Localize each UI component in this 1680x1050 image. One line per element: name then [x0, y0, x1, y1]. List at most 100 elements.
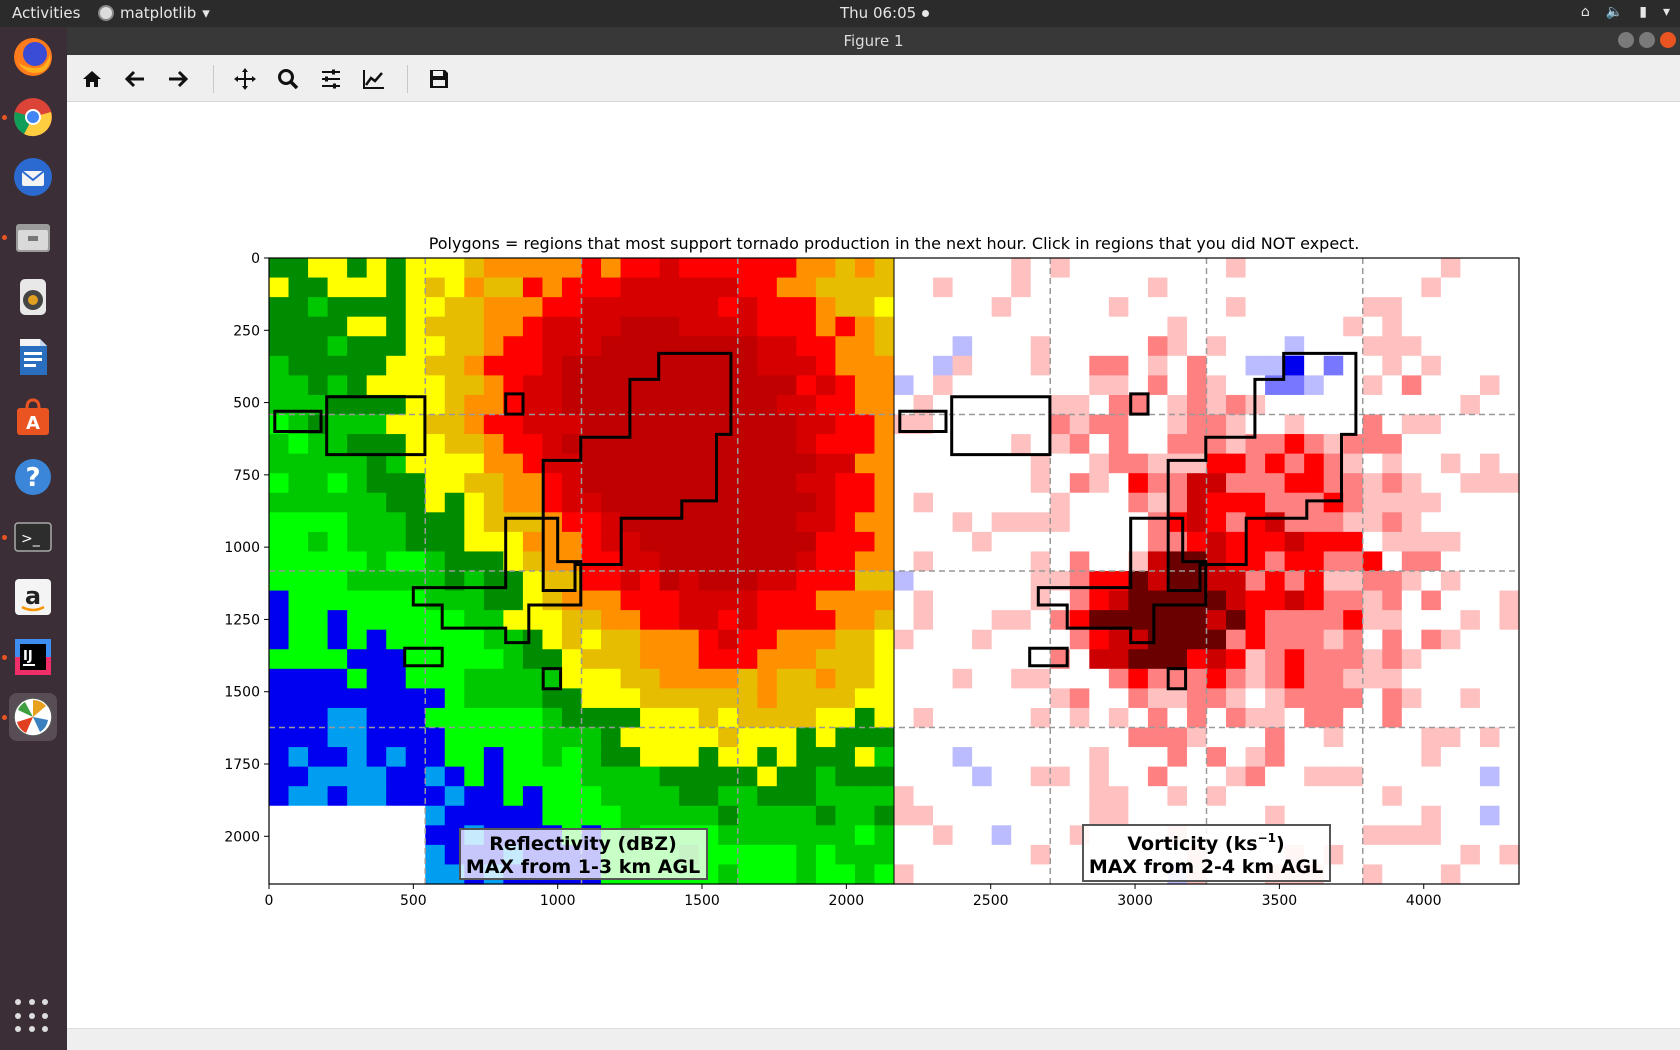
heatmap-cell: [698, 355, 719, 376]
heatmap-cell: [581, 297, 602, 318]
heatmap-cell: [522, 297, 544, 318]
heatmap-cell: [386, 551, 407, 572]
heatmap-cell: [1382, 277, 1403, 298]
heatmap-cell: [718, 649, 739, 670]
heatmap-cell: [952, 825, 973, 846]
edit-axes-button[interactable]: [358, 64, 390, 94]
terminal-icon[interactable]: >_: [2, 513, 57, 561]
x-tick-label: 500: [400, 893, 427, 909]
intellij-icon[interactable]: IJ: [2, 633, 57, 681]
heatmap-cell: [991, 355, 1012, 376]
firefox-icon[interactable]: [9, 33, 57, 81]
heatmap-cell: [444, 473, 465, 494]
figure-svg[interactable]: Polygons = regions that most support tor…: [67, 102, 1680, 1028]
heatmap-cell: [620, 747, 641, 768]
heatmap-cell: [1206, 492, 1227, 513]
figure-canvas[interactable]: Polygons = regions that most support tor…: [67, 102, 1680, 1028]
pan-button[interactable]: [229, 64, 261, 94]
heatmap-cell: [1050, 512, 1071, 533]
heatmap-cell: [1304, 610, 1325, 631]
heatmap-cell: [1226, 610, 1247, 631]
heatmap-cell: [1226, 414, 1247, 435]
volume-icon[interactable]: 🔈: [1606, 4, 1623, 20]
heatmap-cell: [1440, 414, 1462, 435]
heatmap-cell: [640, 316, 661, 337]
files-icon[interactable]: [2, 213, 57, 261]
status-bar: [67, 1028, 1680, 1050]
heatmap-cell: [1089, 492, 1110, 513]
heatmap-cell: [308, 668, 329, 689]
heatmap-cell: [659, 355, 680, 376]
activities-button[interactable]: Activities: [12, 4, 80, 22]
help-icon[interactable]: ?: [9, 453, 57, 501]
heatmap-cell: [1245, 355, 1266, 376]
heatmap-cell: [1186, 805, 1208, 826]
chrome-icon[interactable]: [2, 93, 57, 141]
heatmap-cell: [1382, 590, 1403, 611]
heatmap-cell: [718, 629, 739, 650]
heatmap-cell: [288, 258, 309, 279]
home-button[interactable]: [76, 64, 108, 94]
heatmap-cell: [503, 414, 524, 435]
heatmap-cell: [1050, 766, 1071, 787]
heatmap-cell: [561, 747, 583, 768]
close-button[interactable]: [1660, 32, 1676, 48]
heatmap-cell: [464, 668, 485, 689]
heatmap-cell: [1401, 277, 1422, 298]
heatmap-cell: [1460, 747, 1481, 768]
heatmap-cell: [1089, 649, 1110, 670]
rhythmbox-icon[interactable]: [9, 273, 57, 321]
heatmap-cell: [1499, 649, 1520, 670]
heatmap-cell: [776, 297, 797, 318]
heatmap-cell: [522, 747, 544, 768]
heatmap-cell: [503, 336, 524, 357]
heatmap-cell: [640, 297, 661, 318]
clock[interactable]: Thu 06:05: [840, 4, 930, 22]
heatmap-cell: [659, 453, 680, 474]
heatmap-cell: [737, 336, 758, 357]
heatmap-cell: [1284, 434, 1305, 455]
heatmap-cell: [835, 864, 856, 885]
matplotlib-icon[interactable]: [2, 693, 57, 741]
subplots-config-button[interactable]: [315, 64, 347, 94]
heatmap-cell: [1030, 473, 1051, 494]
heatmap-cell: [796, 649, 817, 670]
writer-icon[interactable]: [9, 333, 57, 381]
zoom-button[interactable]: [272, 64, 304, 94]
thunderbird-icon[interactable]: [9, 153, 57, 201]
heatmap-cell: [1011, 453, 1032, 474]
back-button[interactable]: [119, 64, 151, 94]
heatmap-cell: [288, 316, 309, 337]
heatmap-cell: [640, 512, 661, 533]
heatmap-cell: [737, 864, 758, 885]
amazon-icon[interactable]: a: [9, 573, 57, 621]
show-applications-icon[interactable]: [15, 999, 51, 1035]
app-menu[interactable]: matplotlib ▾: [98, 4, 210, 22]
heatmap-cell: [854, 629, 876, 650]
heatmap-cell: [1030, 453, 1051, 474]
save-button[interactable]: [423, 64, 455, 94]
maximize-button[interactable]: [1639, 32, 1655, 48]
heatmap-cell: [1069, 316, 1090, 337]
heatmap-cell: [1440, 375, 1462, 396]
power-menu-icon[interactable]: ▾: [1663, 4, 1670, 20]
system-tray[interactable]: ⌂ 🔈 ▮ ▾: [1581, 4, 1670, 20]
heatmap-cell: [464, 590, 485, 611]
battery-icon[interactable]: ▮: [1639, 4, 1647, 20]
heatmap-cell: [1128, 473, 1149, 494]
software-center-icon[interactable]: A: [9, 393, 57, 441]
heatmap-cell: [464, 297, 485, 318]
heatmap-cell: [737, 473, 758, 494]
forward-button[interactable]: [162, 64, 194, 94]
heatmap-cell: [327, 414, 348, 435]
minimize-button[interactable]: [1618, 32, 1634, 48]
network-icon[interactable]: ⌂: [1581, 4, 1590, 20]
heatmap-cell: [1089, 766, 1110, 787]
heatmap-cell: [679, 668, 700, 689]
heatmap-cell: [1050, 864, 1071, 885]
heatmap-cell: [269, 336, 290, 357]
heatmap-cell: [952, 590, 973, 611]
heatmap-cell: [386, 766, 407, 787]
heatmap-cell: [1265, 297, 1286, 318]
heatmap-cell: [1011, 864, 1032, 885]
